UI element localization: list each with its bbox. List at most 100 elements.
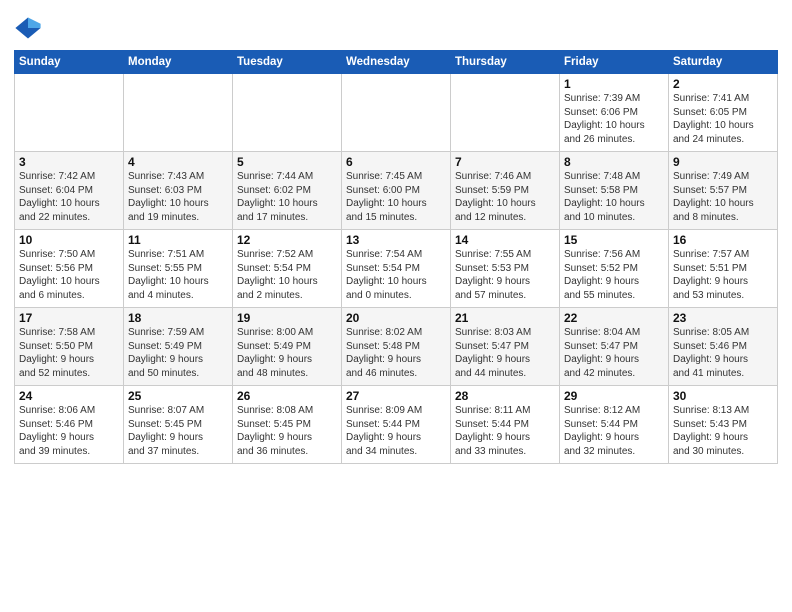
day-info: Sunrise: 8:12 AM Sunset: 5:44 PM Dayligh… — [564, 404, 664, 458]
day-cell: 1Sunrise: 7:39 AM Sunset: 6:06 PM Daylig… — [560, 74, 669, 152]
day-number: 23 — [673, 311, 773, 325]
day-info: Sunrise: 7:39 AM Sunset: 6:06 PM Dayligh… — [564, 92, 664, 146]
day-cell: 27Sunrise: 8:09 AM Sunset: 5:44 PM Dayli… — [342, 386, 451, 464]
day-cell: 18Sunrise: 7:59 AM Sunset: 5:49 PM Dayli… — [124, 308, 233, 386]
day-number: 8 — [564, 155, 664, 169]
day-cell: 26Sunrise: 8:08 AM Sunset: 5:45 PM Dayli… — [233, 386, 342, 464]
day-cell: 14Sunrise: 7:55 AM Sunset: 5:53 PM Dayli… — [451, 230, 560, 308]
day-cell: 20Sunrise: 8:02 AM Sunset: 5:48 PM Dayli… — [342, 308, 451, 386]
day-number: 1 — [564, 77, 664, 91]
day-number: 28 — [455, 389, 555, 403]
day-number: 13 — [346, 233, 446, 247]
day-cell: 15Sunrise: 7:56 AM Sunset: 5:52 PM Dayli… — [560, 230, 669, 308]
day-info: Sunrise: 7:57 AM Sunset: 5:51 PM Dayligh… — [673, 248, 773, 302]
header — [14, 10, 778, 42]
day-cell: 13Sunrise: 7:54 AM Sunset: 5:54 PM Dayli… — [342, 230, 451, 308]
day-info: Sunrise: 7:49 AM Sunset: 5:57 PM Dayligh… — [673, 170, 773, 224]
day-info: Sunrise: 8:03 AM Sunset: 5:47 PM Dayligh… — [455, 326, 555, 380]
day-info: Sunrise: 8:09 AM Sunset: 5:44 PM Dayligh… — [346, 404, 446, 458]
day-number: 19 — [237, 311, 337, 325]
day-info: Sunrise: 7:56 AM Sunset: 5:52 PM Dayligh… — [564, 248, 664, 302]
day-info: Sunrise: 8:02 AM Sunset: 5:48 PM Dayligh… — [346, 326, 446, 380]
logo — [14, 14, 46, 42]
day-info: Sunrise: 8:13 AM Sunset: 5:43 PM Dayligh… — [673, 404, 773, 458]
day-cell: 29Sunrise: 8:12 AM Sunset: 5:44 PM Dayli… — [560, 386, 669, 464]
day-cell: 2Sunrise: 7:41 AM Sunset: 6:05 PM Daylig… — [669, 74, 778, 152]
day-info: Sunrise: 8:07 AM Sunset: 5:45 PM Dayligh… — [128, 404, 228, 458]
day-info: Sunrise: 7:54 AM Sunset: 5:54 PM Dayligh… — [346, 248, 446, 302]
day-cell — [124, 74, 233, 152]
day-info: Sunrise: 7:58 AM Sunset: 5:50 PM Dayligh… — [19, 326, 119, 380]
day-number: 10 — [19, 233, 119, 247]
day-number: 22 — [564, 311, 664, 325]
calendar-body: 1Sunrise: 7:39 AM Sunset: 6:06 PM Daylig… — [15, 74, 778, 464]
day-info: Sunrise: 7:59 AM Sunset: 5:49 PM Dayligh… — [128, 326, 228, 380]
day-cell: 22Sunrise: 8:04 AM Sunset: 5:47 PM Dayli… — [560, 308, 669, 386]
day-info: Sunrise: 7:41 AM Sunset: 6:05 PM Dayligh… — [673, 92, 773, 146]
calendar-table: SundayMondayTuesdayWednesdayThursdayFrid… — [14, 50, 778, 464]
day-info: Sunrise: 7:51 AM Sunset: 5:55 PM Dayligh… — [128, 248, 228, 302]
day-cell: 23Sunrise: 8:05 AM Sunset: 5:46 PM Dayli… — [669, 308, 778, 386]
day-cell: 12Sunrise: 7:52 AM Sunset: 5:54 PM Dayli… — [233, 230, 342, 308]
day-number: 16 — [673, 233, 773, 247]
day-info: Sunrise: 7:42 AM Sunset: 6:04 PM Dayligh… — [19, 170, 119, 224]
day-cell: 8Sunrise: 7:48 AM Sunset: 5:58 PM Daylig… — [560, 152, 669, 230]
day-info: Sunrise: 7:48 AM Sunset: 5:58 PM Dayligh… — [564, 170, 664, 224]
day-number: 12 — [237, 233, 337, 247]
weekday-friday: Friday — [560, 51, 669, 74]
week-row-4: 17Sunrise: 7:58 AM Sunset: 5:50 PM Dayli… — [15, 308, 778, 386]
day-number: 18 — [128, 311, 228, 325]
day-info: Sunrise: 8:11 AM Sunset: 5:44 PM Dayligh… — [455, 404, 555, 458]
day-info: Sunrise: 8:08 AM Sunset: 5:45 PM Dayligh… — [237, 404, 337, 458]
day-cell: 17Sunrise: 7:58 AM Sunset: 5:50 PM Dayli… — [15, 308, 124, 386]
weekday-wednesday: Wednesday — [342, 51, 451, 74]
week-row-3: 10Sunrise: 7:50 AM Sunset: 5:56 PM Dayli… — [15, 230, 778, 308]
day-number: 25 — [128, 389, 228, 403]
day-number: 9 — [673, 155, 773, 169]
day-info: Sunrise: 7:55 AM Sunset: 5:53 PM Dayligh… — [455, 248, 555, 302]
day-info: Sunrise: 7:50 AM Sunset: 5:56 PM Dayligh… — [19, 248, 119, 302]
day-number: 17 — [19, 311, 119, 325]
day-info: Sunrise: 7:44 AM Sunset: 6:02 PM Dayligh… — [237, 170, 337, 224]
day-cell: 19Sunrise: 8:00 AM Sunset: 5:49 PM Dayli… — [233, 308, 342, 386]
day-cell: 21Sunrise: 8:03 AM Sunset: 5:47 PM Dayli… — [451, 308, 560, 386]
day-cell: 16Sunrise: 7:57 AM Sunset: 5:51 PM Dayli… — [669, 230, 778, 308]
day-info: Sunrise: 8:05 AM Sunset: 5:46 PM Dayligh… — [673, 326, 773, 380]
weekday-tuesday: Tuesday — [233, 51, 342, 74]
day-cell — [233, 74, 342, 152]
day-cell: 28Sunrise: 8:11 AM Sunset: 5:44 PM Dayli… — [451, 386, 560, 464]
calendar-header: SundayMondayTuesdayWednesdayThursdayFrid… — [15, 51, 778, 74]
day-number: 6 — [346, 155, 446, 169]
day-cell: 9Sunrise: 7:49 AM Sunset: 5:57 PM Daylig… — [669, 152, 778, 230]
day-number: 5 — [237, 155, 337, 169]
day-cell: 10Sunrise: 7:50 AM Sunset: 5:56 PM Dayli… — [15, 230, 124, 308]
weekday-header-row: SundayMondayTuesdayWednesdayThursdayFrid… — [15, 51, 778, 74]
day-cell: 30Sunrise: 8:13 AM Sunset: 5:43 PM Dayli… — [669, 386, 778, 464]
day-number: 7 — [455, 155, 555, 169]
day-cell: 6Sunrise: 7:45 AM Sunset: 6:00 PM Daylig… — [342, 152, 451, 230]
week-row-5: 24Sunrise: 8:06 AM Sunset: 5:46 PM Dayli… — [15, 386, 778, 464]
day-info: Sunrise: 8:00 AM Sunset: 5:49 PM Dayligh… — [237, 326, 337, 380]
day-number: 30 — [673, 389, 773, 403]
day-number: 14 — [455, 233, 555, 247]
day-cell: 3Sunrise: 7:42 AM Sunset: 6:04 PM Daylig… — [15, 152, 124, 230]
day-number: 21 — [455, 311, 555, 325]
weekday-sunday: Sunday — [15, 51, 124, 74]
day-number: 3 — [19, 155, 119, 169]
day-cell: 4Sunrise: 7:43 AM Sunset: 6:03 PM Daylig… — [124, 152, 233, 230]
weekday-thursday: Thursday — [451, 51, 560, 74]
page: SundayMondayTuesdayWednesdayThursdayFrid… — [0, 0, 792, 612]
weekday-monday: Monday — [124, 51, 233, 74]
day-info: Sunrise: 8:06 AM Sunset: 5:46 PM Dayligh… — [19, 404, 119, 458]
day-info: Sunrise: 7:46 AM Sunset: 5:59 PM Dayligh… — [455, 170, 555, 224]
day-cell — [342, 74, 451, 152]
day-cell — [451, 74, 560, 152]
day-info: Sunrise: 7:43 AM Sunset: 6:03 PM Dayligh… — [128, 170, 228, 224]
day-cell: 7Sunrise: 7:46 AM Sunset: 5:59 PM Daylig… — [451, 152, 560, 230]
day-info: Sunrise: 7:52 AM Sunset: 5:54 PM Dayligh… — [237, 248, 337, 302]
day-cell: 24Sunrise: 8:06 AM Sunset: 5:46 PM Dayli… — [15, 386, 124, 464]
day-number: 27 — [346, 389, 446, 403]
day-number: 20 — [346, 311, 446, 325]
day-number: 15 — [564, 233, 664, 247]
day-number: 11 — [128, 233, 228, 247]
